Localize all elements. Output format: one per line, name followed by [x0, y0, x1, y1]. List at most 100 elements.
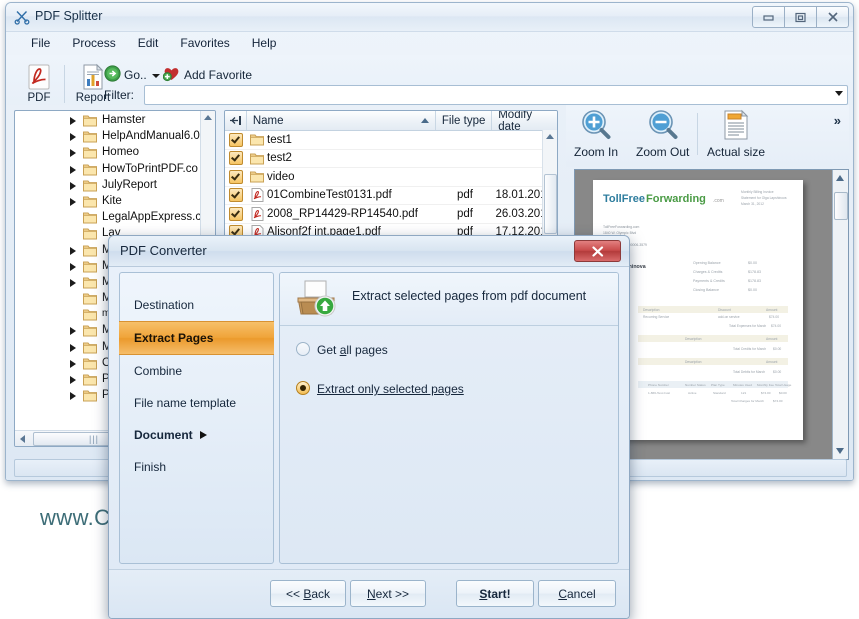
svg-text:Plan Type: Plan Type	[711, 383, 725, 387]
tree-item[interactable]: LegalAppExpress.c	[15, 210, 201, 226]
go-arrow-icon	[104, 65, 121, 85]
table-row[interactable]: 01CombineTest0131.pdf pdf 18.01.2013	[225, 187, 557, 206]
table-row[interactable]: test2	[225, 150, 557, 169]
scroll-up-icon[interactable]	[204, 115, 212, 120]
dialog-close-button[interactable]	[574, 240, 621, 262]
maximize-button[interactable]	[784, 6, 817, 28]
menu-item-file[interactable]: File	[20, 35, 61, 55]
dialog-nav: Destination Extract Pages Combine File n…	[119, 272, 274, 564]
radio-get-all-pages[interactable]: Get all pages	[280, 342, 618, 357]
svg-text:Amount: Amount	[766, 360, 777, 364]
row-checkbox[interactable]	[225, 170, 247, 184]
row-checkbox[interactable]	[225, 151, 247, 165]
nav-item-file-name-template[interactable]: File name template	[120, 387, 273, 419]
tree-item[interactable]: HelpAndManual6.0	[15, 129, 201, 145]
expander-icon[interactable]	[70, 263, 76, 271]
column-header-modifydate[interactable]: Modify date	[492, 111, 557, 130]
folder-icon	[83, 260, 97, 273]
expander-icon[interactable]	[70, 182, 76, 190]
cancel-button[interactable]: Cancel	[538, 580, 616, 607]
next-button-label: Next >>	[367, 587, 409, 601]
svg-text:$0.00: $0.00	[748, 261, 757, 265]
scroll-up-icon[interactable]	[546, 134, 554, 139]
expander-icon[interactable]	[70, 392, 76, 400]
table-row[interactable]: 2008_RP14429-RP14540.pdf pdf 26.03.2012	[225, 205, 557, 224]
expander-icon[interactable]	[70, 327, 76, 335]
toolbar-overflow-button[interactable]: »	[834, 113, 841, 128]
expander-icon[interactable]	[70, 117, 76, 125]
zoom-out-button[interactable]: Zoom Out	[636, 109, 689, 159]
svg-text:Total Debits for March: Total Debits for March	[733, 370, 765, 374]
expander-icon[interactable]	[70, 133, 76, 141]
add-favorite-button[interactable]: Add Favorite	[163, 65, 252, 85]
nav-item-destination[interactable]: Destination	[120, 289, 273, 321]
chevron-down-icon[interactable]	[835, 91, 843, 96]
folder-icon	[83, 341, 97, 354]
svg-text:add-on service: add-on service	[718, 315, 740, 319]
expander-icon[interactable]	[70, 149, 76, 157]
scroll-thumb[interactable]	[834, 192, 848, 220]
heart-plus-icon	[163, 65, 180, 85]
folder-icon	[83, 292, 97, 305]
tree-item[interactable]: Homeo	[15, 145, 201, 161]
next-button[interactable]: Next >>	[350, 580, 426, 607]
start-button-label: Start!	[479, 587, 510, 601]
folder-icon	[83, 244, 97, 257]
filter-input[interactable]	[144, 85, 848, 105]
row-checkbox[interactable]	[225, 133, 247, 147]
menu-item-process[interactable]: Process	[61, 35, 126, 55]
folder-icon	[83, 195, 97, 208]
zoom-in-button[interactable]: Zoom In	[574, 109, 618, 159]
back-button[interactable]: << Back	[270, 580, 346, 607]
start-button[interactable]: Start!	[456, 580, 534, 607]
row-checkbox[interactable]	[225, 207, 247, 221]
table-row[interactable]: video	[225, 168, 557, 187]
toolbar-divider	[64, 65, 65, 103]
minimize-button[interactable]	[752, 6, 785, 28]
radio-extract-selected-pages[interactable]: Extract only selected pages	[280, 381, 618, 396]
pdf-button[interactable]: PDF	[16, 63, 62, 104]
scroll-up-icon[interactable]	[836, 175, 844, 181]
pdf-icon	[247, 207, 267, 221]
pdf-icon	[247, 188, 267, 202]
chevron-down-icon	[152, 68, 160, 82]
close-button[interactable]	[816, 6, 849, 28]
tree-item[interactable]: Hamster	[15, 113, 201, 129]
column-header-filetype[interactable]: File type	[436, 111, 492, 130]
table-row[interactable]: test1	[225, 131, 557, 150]
scroll-thumb[interactable]	[544, 174, 557, 234]
actual-size-button[interactable]: Actual size	[707, 109, 765, 159]
folder-icon	[83, 357, 97, 370]
column-header-select[interactable]	[225, 111, 247, 130]
expander-icon[interactable]	[70, 166, 76, 174]
radio-icon[interactable]	[296, 342, 310, 356]
svg-text:$0.00: $0.00	[773, 370, 781, 374]
preview-scrollbar[interactable]	[832, 170, 848, 459]
expander-icon[interactable]	[70, 198, 76, 206]
go-button[interactable]: Go..	[104, 65, 160, 85]
scroll-down-icon[interactable]	[836, 448, 844, 454]
nav-item-document[interactable]: Document	[120, 419, 273, 451]
expander-icon[interactable]	[70, 376, 76, 384]
dialog-content: Extract selected pages from pdf document…	[279, 272, 619, 564]
radio-icon-selected[interactable]	[296, 381, 310, 395]
nav-item-extract-pages[interactable]: Extract Pages	[119, 321, 274, 355]
row-checkbox[interactable]	[225, 188, 247, 202]
column-header-name[interactable]: Name	[247, 111, 436, 130]
tree-item-label: LegalAppExpress.c	[102, 211, 201, 223]
nav-item-combine[interactable]: Combine	[120, 355, 273, 387]
scissors-icon	[14, 9, 30, 25]
menu-item-edit[interactable]: Edit	[127, 35, 170, 55]
tree-item[interactable]: JulyReport	[15, 178, 201, 194]
nav-item-finish[interactable]: Finish	[120, 451, 273, 483]
expander-icon[interactable]	[70, 344, 76, 352]
folder-icon	[83, 276, 97, 289]
expander-icon[interactable]	[70, 247, 76, 255]
menu-item-favorites[interactable]: Favorites	[169, 35, 240, 55]
menu-item-help[interactable]: Help	[241, 35, 288, 55]
scroll-left-icon[interactable]	[20, 435, 25, 443]
expander-icon[interactable]	[70, 279, 76, 287]
tree-item[interactable]: HowToPrintPDF.co	[15, 162, 201, 178]
expander-icon[interactable]	[70, 360, 76, 368]
tree-item[interactable]: Kite	[15, 194, 201, 210]
